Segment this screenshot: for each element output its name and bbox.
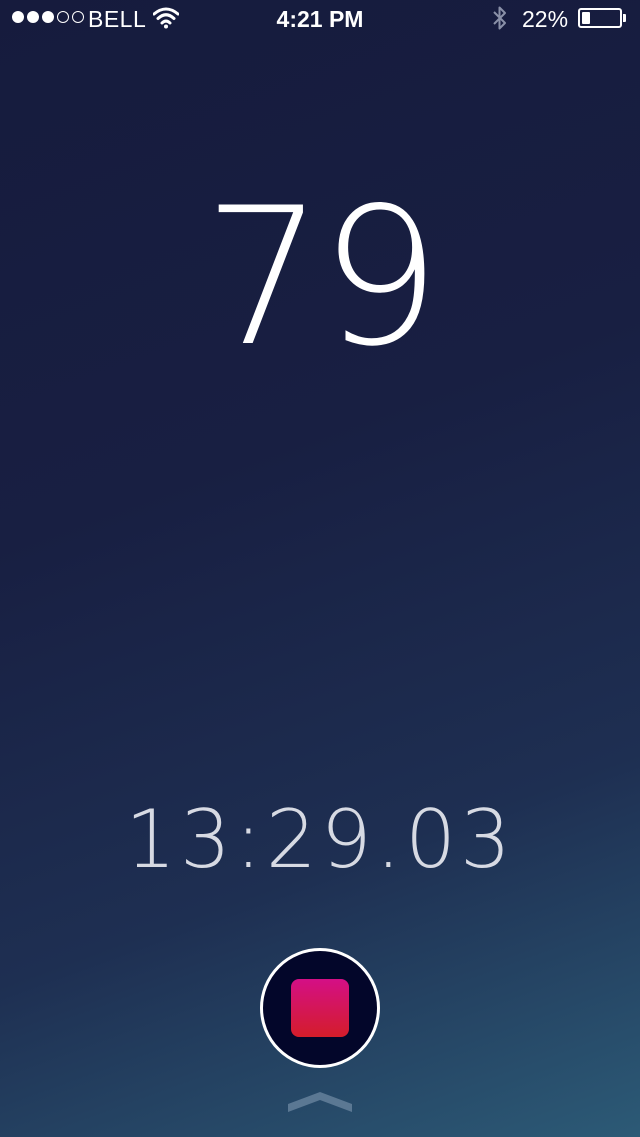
- battery-icon: [578, 8, 622, 28]
- stop-button[interactable]: [260, 948, 380, 1068]
- elapsed-timer-text: 13:29.03: [125, 793, 515, 886]
- bluetooth-icon: [491, 4, 509, 38]
- count-display: 79: [203, 167, 441, 388]
- elapsed-timer: 13:29.03: [0, 795, 640, 885]
- battery-nub: [623, 14, 626, 22]
- swipe-up-chevron-icon[interactable]: [285, 1085, 355, 1115]
- battery-percentage: 22%: [522, 6, 569, 32]
- battery-fill: [582, 12, 590, 24]
- stop-icon: [291, 979, 349, 1037]
- status-bar: BELL 4:21 PM 22%: [0, 0, 640, 40]
